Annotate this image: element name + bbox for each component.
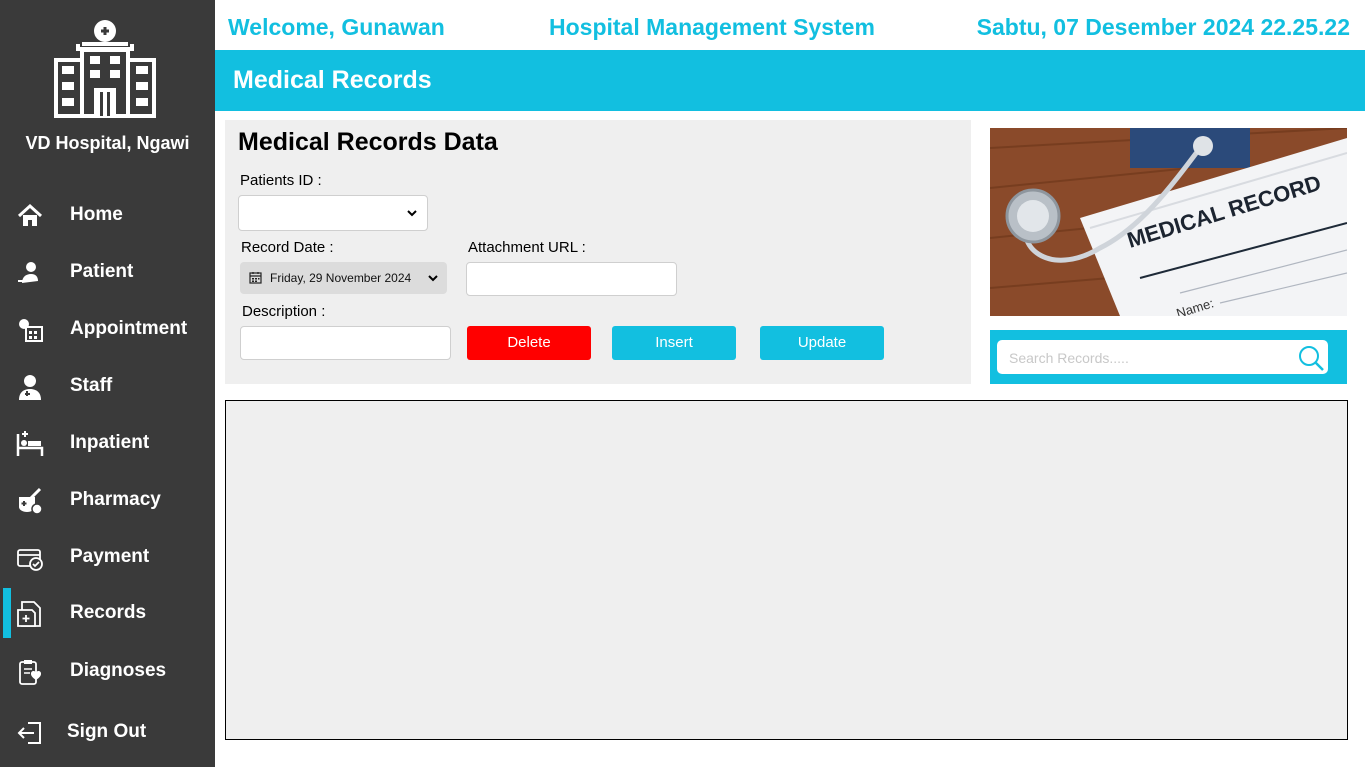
patients-id-label: Patients ID : — [240, 172, 322, 189]
delete-button[interactable]: Delete — [467, 326, 591, 360]
records-data-table[interactable] — [225, 400, 1348, 740]
sidebar-item-patient[interactable]: Patient — [0, 247, 215, 297]
description-label: Description : — [242, 303, 326, 320]
record-date-picker[interactable]: Friday, 29 November 2024 — [240, 262, 447, 294]
hospital-logo-icon — [54, 20, 156, 118]
search-panel: Search Records..... — [990, 330, 1347, 384]
payment-icon — [17, 549, 43, 571]
sidebar-item-diagnoses[interactable]: Diagnoses — [0, 646, 215, 696]
chevron-down-icon — [407, 210, 417, 217]
records-icon — [17, 601, 41, 627]
sign-out-icon — [17, 722, 41, 744]
sidebar-item-inpatient[interactable]: Inpatient — [0, 418, 215, 468]
form-title: Medical Records Data — [238, 128, 498, 156]
sign-out-label: Sign Out — [67, 721, 147, 742]
search-input[interactable]: Search Records..... — [997, 340, 1328, 374]
system-title: Hospital Management System — [549, 14, 875, 40]
sidebar-item-label: Records — [70, 602, 147, 623]
sidebar-item-home[interactable]: Home — [0, 190, 215, 240]
sidebar-item-pharmacy[interactable]: Pharmacy — [0, 475, 215, 525]
app-window: VD Hospital, Ngawi Home Patient Appointm… — [0, 0, 1365, 767]
sidebar-item-records[interactable]: Records — [0, 588, 215, 638]
diagnoses-icon — [19, 660, 42, 685]
sidebar-item-label: Diagnoses — [70, 660, 167, 681]
search-placeholder: Search Records..... — [1009, 350, 1129, 366]
appointment-icon — [19, 319, 43, 342]
sidebar-item-staff[interactable]: Staff — [0, 361, 215, 411]
page-banner: Medical Records — [215, 50, 1365, 111]
hospital-name: VD Hospital, Ngawi — [25, 133, 190, 153]
calendar-icon — [249, 272, 262, 284]
sidebar-item-appointment[interactable]: Appointment — [0, 304, 215, 354]
sidebar-item-payment[interactable]: Payment — [0, 532, 215, 582]
insert-button[interactable]: Insert — [612, 326, 736, 360]
sidebar-item-label: Payment — [70, 546, 150, 567]
search-icon[interactable] — [1297, 344, 1325, 372]
medical-record-image: MEDICAL RECORD Name: — [990, 128, 1347, 316]
sign-out-button[interactable]: Sign Out — [0, 707, 215, 757]
datetime-display: Sabtu, 07 Desember 2024 22.25.22 — [976, 14, 1350, 40]
home-icon — [17, 203, 43, 226]
sidebar-item-label: Staff — [70, 375, 113, 396]
description-input[interactable] — [240, 326, 451, 360]
welcome-text: Welcome, Gunawan — [228, 14, 445, 40]
pharmacy-icon — [19, 487, 43, 515]
attachment-url-label: Attachment URL : — [468, 239, 586, 256]
record-form-panel: Medical Records Data Patients ID : Recor… — [225, 120, 971, 384]
sidebar-item-label: Pharmacy — [70, 489, 161, 510]
record-date-label: Record Date : — [241, 239, 334, 256]
staff-icon — [19, 375, 41, 400]
sidebar-item-label: Patient — [70, 261, 134, 282]
sidebar: VD Hospital, Ngawi Home Patient Appointm… — [0, 0, 215, 767]
inpatient-icon — [16, 431, 44, 456]
page-title: Medical Records — [233, 66, 432, 94]
sidebar-item-label: Appointment — [70, 318, 188, 339]
record-date-value: Friday, 29 November 2024 — [270, 271, 412, 285]
patient-icon — [18, 262, 38, 283]
attachment-url-input[interactable] — [466, 262, 677, 296]
sidebar-item-label: Inpatient — [70, 432, 150, 453]
update-button[interactable]: Update — [760, 326, 884, 360]
active-indicator — [3, 588, 11, 638]
chevron-down-icon — [428, 275, 438, 282]
sidebar-item-label: Home — [70, 204, 123, 225]
patients-id-select[interactable] — [238, 195, 428, 231]
